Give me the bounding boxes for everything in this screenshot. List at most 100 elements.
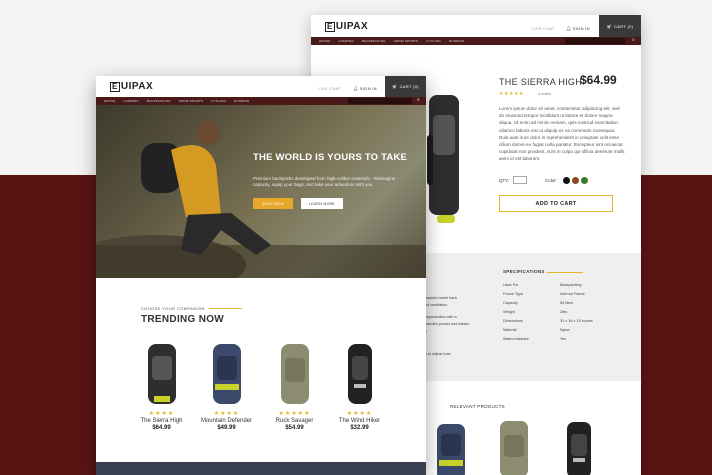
product-card[interactable]: ★★★★ The Wind Hiker $32.99 bbox=[332, 338, 387, 431]
feature-text: y to adjust load bbox=[425, 352, 451, 356]
logo[interactable]: E UIPAX bbox=[325, 21, 368, 32]
product-name: The Wind Hiker bbox=[338, 418, 381, 424]
product-price: $54.99 bbox=[285, 425, 304, 431]
rating-stars: ★★★★★ bbox=[499, 91, 524, 97]
live-chat-link[interactable]: LIVE CHAT bbox=[318, 86, 341, 91]
spec-key: Uses For bbox=[503, 283, 519, 287]
hero-title: THE WORLD IS YOURS TO TAKE bbox=[253, 152, 408, 163]
spec-key: Water-resistant bbox=[503, 337, 529, 341]
live-chat-link[interactable]: LIVE CHAT bbox=[532, 26, 555, 31]
sign-in-label: SIGN IN bbox=[359, 86, 377, 91]
nav-item-snow-sports[interactable]: SNOW SPORTS bbox=[394, 39, 419, 43]
product-stars: ★★★★ bbox=[213, 411, 240, 417]
hero-hiker-image bbox=[96, 121, 426, 278]
user-icon: 👤︎ bbox=[353, 86, 360, 91]
learn-more-button[interactable]: LEARN MORE bbox=[301, 198, 343, 209]
main-nav: HIKING CAMPING BACKPACKING SNOW SPORTS C… bbox=[311, 37, 641, 45]
color-swatch-black[interactable] bbox=[563, 177, 570, 184]
cart-label: CART (0) bbox=[399, 84, 419, 89]
feature-text: panded pocket and elastic bbox=[425, 322, 470, 326]
product-card[interactable]: ★★★★ Mountain Defender $49.99 bbox=[199, 338, 254, 431]
nav-item-snow-sports[interactable]: SNOW SPORTS bbox=[179, 99, 204, 103]
feature-text: padded mesh back bbox=[425, 296, 458, 300]
sign-in-link[interactable]: 👤︎ SIGN IN bbox=[566, 26, 590, 31]
cart-button[interactable]: 🛒︎ CART (0) bbox=[599, 15, 641, 37]
color-swatch-green[interactable] bbox=[581, 177, 588, 184]
logo-text: UIPAX bbox=[120, 81, 154, 92]
nav-item-camping[interactable]: CAMPING bbox=[124, 99, 139, 103]
search-icon[interactable]: ⌕ bbox=[632, 37, 635, 43]
next-section-image bbox=[96, 462, 426, 475]
product-image bbox=[134, 338, 189, 406]
kicker-underline bbox=[209, 308, 242, 309]
relevant-products-heading: RELEVANT PRODUCTS bbox=[450, 404, 505, 409]
section-title: TRENDING NOW bbox=[141, 314, 225, 325]
search-input[interactable] bbox=[565, 38, 625, 44]
qty-label: QTY: bbox=[499, 178, 510, 183]
specifications-underline bbox=[547, 272, 583, 273]
logo-text: UIPAX bbox=[335, 21, 369, 32]
hero-banner: THE WORLD IS YOURS TO TAKE Premium backp… bbox=[96, 105, 426, 278]
product-price: $49.99 bbox=[217, 425, 236, 431]
logo[interactable]: E UIPAX bbox=[110, 81, 153, 92]
cart-button[interactable]: 🛒︎ CART (0) bbox=[385, 76, 426, 97]
product-image bbox=[427, 95, 459, 223]
qty-input[interactable] bbox=[513, 176, 527, 184]
spec-key: Dimensions bbox=[503, 319, 523, 323]
relevant-product-1[interactable] bbox=[431, 420, 471, 475]
product-card[interactable]: ★★★★★ Ruck Savager $54.99 bbox=[267, 338, 322, 431]
product-stars: ★★★★★ bbox=[278, 411, 311, 417]
spec-value: 55 liters bbox=[560, 301, 574, 305]
sign-in-link[interactable]: 👤︎ SIGN IN bbox=[353, 86, 377, 91]
feature-text: organization with a bbox=[425, 315, 457, 319]
product-description: Lorem ipsum dolor sit amet, consectetur … bbox=[499, 106, 625, 162]
spec-key: Frame Type bbox=[503, 292, 524, 296]
nav-item-cycling[interactable]: CYCLING bbox=[426, 39, 441, 43]
spec-value: 31 x 16 x 15 inches bbox=[560, 319, 593, 323]
review-count[interactable]: 4 review bbox=[538, 92, 551, 96]
product-image bbox=[332, 338, 387, 406]
nav-item-running[interactable]: RUNNING bbox=[449, 39, 464, 43]
product-stars: ★★★★ bbox=[346, 411, 373, 417]
add-to-cart-button[interactable]: ADD TO CART bbox=[499, 195, 613, 212]
search-icon[interactable]: ⌕ bbox=[417, 97, 420, 103]
product-card[interactable]: ★★★★ The Sierra High $64.99 bbox=[134, 338, 189, 431]
spec-value: 2lbs bbox=[560, 310, 567, 314]
nav-item-backpacking[interactable]: BACKPACKING bbox=[147, 99, 171, 103]
product-name: Ruck Savager bbox=[275, 418, 314, 424]
product-name: Mountain Defender bbox=[200, 418, 253, 424]
product-price: $32.99 bbox=[350, 425, 369, 431]
spec-key: Weight bbox=[503, 310, 515, 314]
main-nav: HIKING CAMPING BACKPACKING SNOW SPORTS C… bbox=[96, 97, 426, 105]
home-page-screen: E UIPAX LIVE CHAT 👤︎ SIGN IN 🛒︎ CART (0) H… bbox=[96, 76, 426, 475]
nav-item-running[interactable]: RUNNING bbox=[234, 99, 249, 103]
cart-icon: 🛒︎ bbox=[606, 23, 613, 29]
header: E UIPAX LIVE CHAT 👤︎ SIGN IN 🛒︎ CART (0) bbox=[311, 15, 641, 37]
nav-item-hiking[interactable]: HIKING bbox=[319, 39, 331, 43]
product-name: The Sierra High bbox=[140, 418, 183, 424]
header: E UIPAX LIVE CHAT 👤︎ SIGN IN 🛒︎ CART (0) bbox=[96, 76, 426, 97]
spec-value: Yes bbox=[560, 337, 567, 341]
product-title: THE SIERRA HIGH bbox=[499, 77, 583, 87]
search-input[interactable] bbox=[348, 98, 412, 104]
nav-item-camping[interactable]: CAMPING bbox=[339, 39, 354, 43]
user-icon: 👤︎ bbox=[566, 26, 573, 31]
spec-key: Material bbox=[503, 328, 517, 332]
product-image bbox=[199, 338, 254, 406]
spec-value: Internal Frame bbox=[560, 292, 585, 296]
relevant-product-2[interactable] bbox=[494, 417, 534, 475]
logo-mark: E bbox=[110, 82, 120, 92]
logo-mark: E bbox=[325, 22, 335, 32]
shop-now-button[interactable]: SHOP NOW bbox=[253, 198, 293, 209]
sign-in-label: SIGN IN bbox=[572, 26, 590, 31]
color-label: Color: bbox=[545, 178, 558, 183]
spec-value: Nylon bbox=[560, 328, 570, 332]
feature-text: ed ventilation bbox=[425, 303, 448, 307]
color-swatch-brown[interactable] bbox=[572, 177, 579, 184]
relevant-product-3[interactable] bbox=[559, 418, 599, 475]
nav-item-hiking[interactable]: HIKING bbox=[104, 99, 116, 103]
nav-item-backpacking[interactable]: BACKPACKING bbox=[362, 39, 386, 43]
product-stars: ★★★★ bbox=[148, 411, 175, 417]
product-price: $64.99 bbox=[152, 425, 171, 431]
nav-item-cycling[interactable]: CYCLING bbox=[211, 99, 226, 103]
